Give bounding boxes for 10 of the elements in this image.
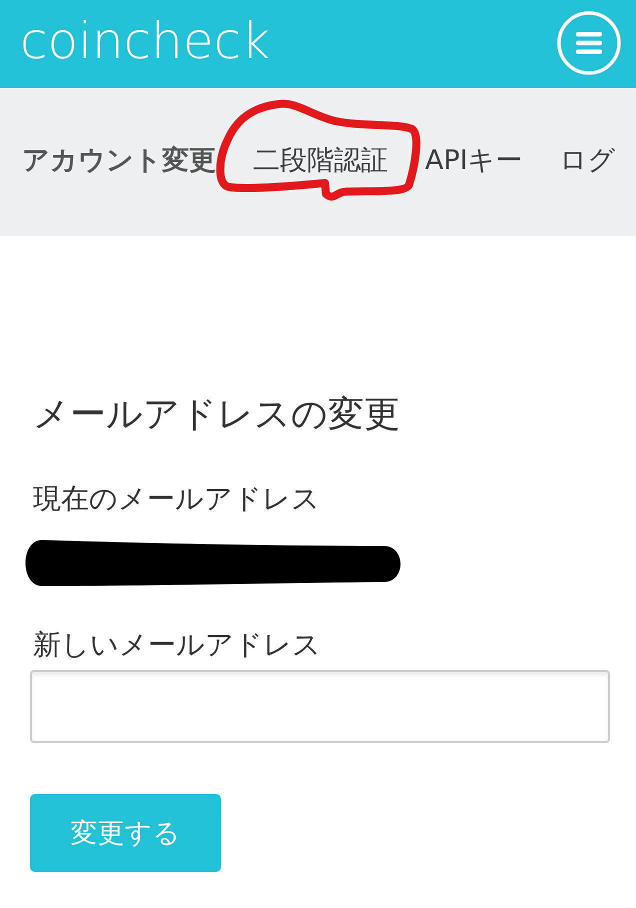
section-heading: メールアドレスの変更 xyxy=(33,393,400,436)
field-label: 新しいメールアドレス xyxy=(33,628,321,662)
nav-tab[interactable]: APIキー xyxy=(425,144,523,178)
nav-tab[interactable]: 二段階認証 xyxy=(253,144,388,178)
nav-tab[interactable]: アカウント変更 xyxy=(22,144,216,178)
email-input[interactable] xyxy=(30,670,610,744)
menu-icon[interactable] xyxy=(557,11,621,75)
field-label: 現在のメールアドレス xyxy=(33,482,320,516)
coincheck-logo: coincheck xyxy=(20,16,270,66)
nav-tab[interactable]: ログ xyxy=(560,144,616,178)
